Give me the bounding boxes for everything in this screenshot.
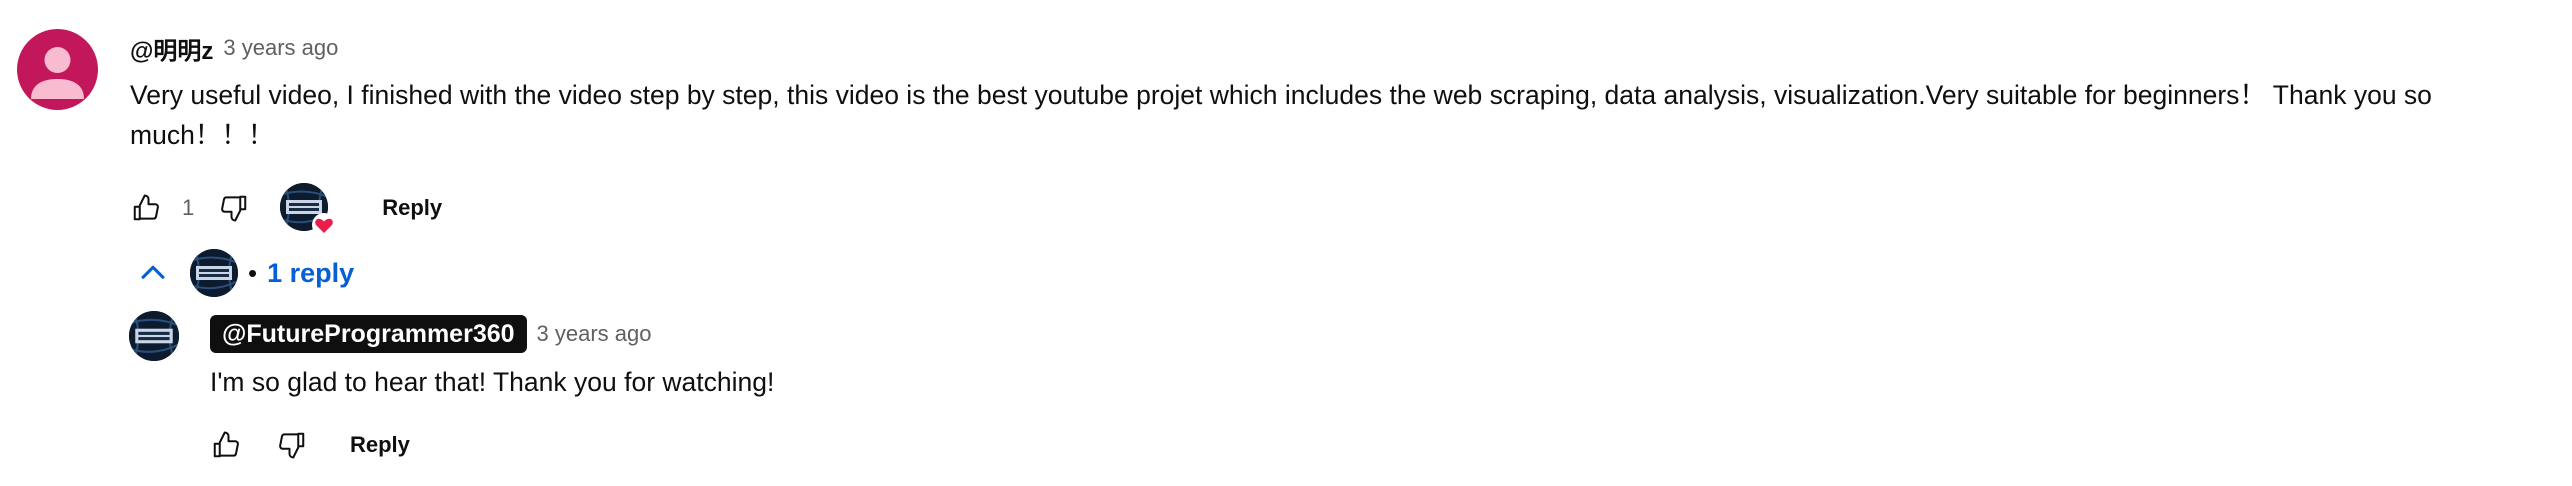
reply-text: I'm so glad to hear that! Thank you for … bbox=[210, 367, 775, 397]
thumb-down-icon bbox=[221, 195, 247, 222]
separator-dot: • bbox=[248, 257, 258, 288]
reply-author-badge[interactable]: @FutureProgrammer360 bbox=[210, 315, 527, 353]
comment-header: @明明z 3 years ago bbox=[130, 30, 338, 66]
replies-toggle[interactable]: • 1 reply bbox=[136, 245, 354, 301]
like-count: 1 bbox=[182, 195, 195, 220]
commenter-avatar[interactable] bbox=[17, 29, 98, 110]
comment-thread: @明明z 3 years ago Very useful video, I fi… bbox=[0, 0, 2572, 486]
reply-button[interactable]: Reply bbox=[382, 195, 442, 221]
reply-count-label[interactable]: 1 reply bbox=[267, 258, 354, 289]
reply-header: @FutureProgrammer360 3 years ago bbox=[210, 315, 652, 353]
like-button[interactable] bbox=[128, 190, 164, 226]
comment-timestamp[interactable]: 3 years ago bbox=[223, 35, 338, 61]
comment-actions: 1 Reply bbox=[128, 180, 442, 237]
reply-reply-button[interactable]: Reply bbox=[350, 432, 410, 458]
comment-text: Very useful video, I finished with the v… bbox=[130, 80, 2432, 150]
creator-heart bbox=[280, 183, 337, 237]
default-user-icon bbox=[31, 47, 84, 99]
reply-dislike-button[interactable] bbox=[274, 427, 310, 463]
thumb-up-icon bbox=[213, 431, 239, 458]
reply-author-avatar[interactable] bbox=[129, 311, 179, 361]
reply-actions: Reply bbox=[208, 417, 410, 473]
channel-logo-icon bbox=[190, 249, 238, 297]
heart-icon bbox=[312, 213, 337, 237]
replier-avatar bbox=[190, 249, 238, 297]
reply-like-button[interactable] bbox=[208, 427, 244, 463]
chevron-up-icon bbox=[141, 265, 165, 279]
comment-author[interactable]: @明明z bbox=[130, 31, 213, 66]
dislike-button[interactable] bbox=[216, 190, 252, 226]
reply-timestamp[interactable]: 3 years ago bbox=[537, 321, 652, 347]
thumb-down-icon bbox=[279, 432, 305, 459]
channel-logo-icon bbox=[129, 311, 179, 361]
thumb-up-icon bbox=[133, 194, 159, 221]
